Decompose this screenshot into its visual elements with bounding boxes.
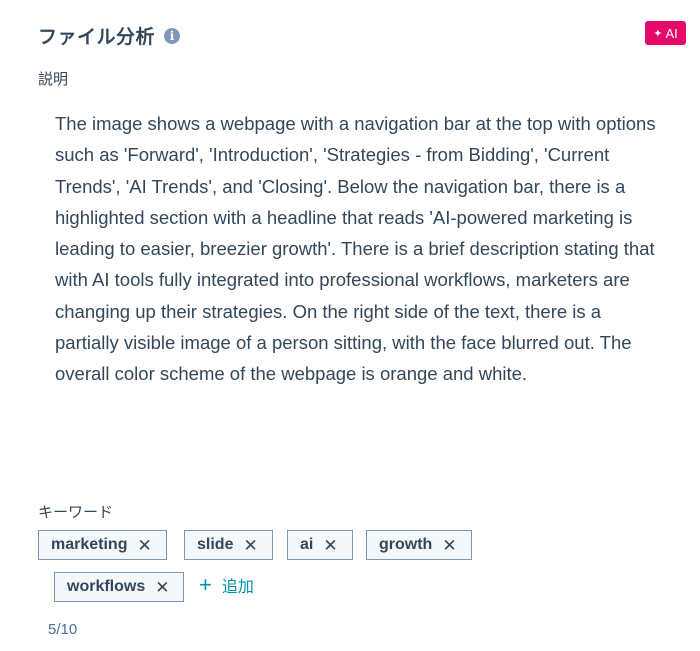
close-icon[interactable]: ✕ — [442, 537, 456, 554]
tag-label: growth — [379, 536, 433, 553]
add-keyword-label: 追加 — [221, 579, 254, 596]
keyword-tag-growth: growth ✕ — [366, 530, 472, 560]
info-icon[interactable]: i — [164, 27, 181, 44]
keyword-tag-marketing: marketing ✕ — [38, 530, 167, 560]
close-icon[interactable]: ✕ — [137, 537, 151, 554]
ai-badge-button[interactable]: ✦ AI — [645, 21, 686, 45]
panel-title: ファイル分析 — [38, 27, 156, 48]
keyword-tag-workflows: workflows ✕ — [54, 572, 185, 602]
close-icon[interactable]: ✕ — [155, 579, 169, 596]
keywords-label: キーワード — [38, 504, 114, 521]
tag-label: marketing — [51, 536, 128, 553]
panel-header: ファイル分析 i — [38, 22, 181, 49]
tag-label: slide — [197, 536, 234, 553]
keyword-counter: 5/10 — [48, 621, 78, 638]
add-keyword-button[interactable]: + 追加 — [199, 573, 254, 597]
sparkle-icon: ✦ — [653, 27, 663, 40]
description-text: The image shows a webpage with a navigat… — [55, 113, 656, 385]
description-label: 説明 — [38, 71, 69, 88]
plus-icon: + — [199, 572, 212, 597]
ai-badge-label: AI — [665, 25, 678, 41]
tag-label: workflows — [67, 578, 146, 595]
tag-label: ai — [300, 536, 314, 553]
keyword-tag-ai: ai ✕ — [287, 530, 353, 560]
close-icon[interactable]: ✕ — [323, 537, 337, 554]
close-icon[interactable]: ✕ — [243, 537, 257, 554]
keyword-tag-slide: slide ✕ — [184, 530, 273, 560]
